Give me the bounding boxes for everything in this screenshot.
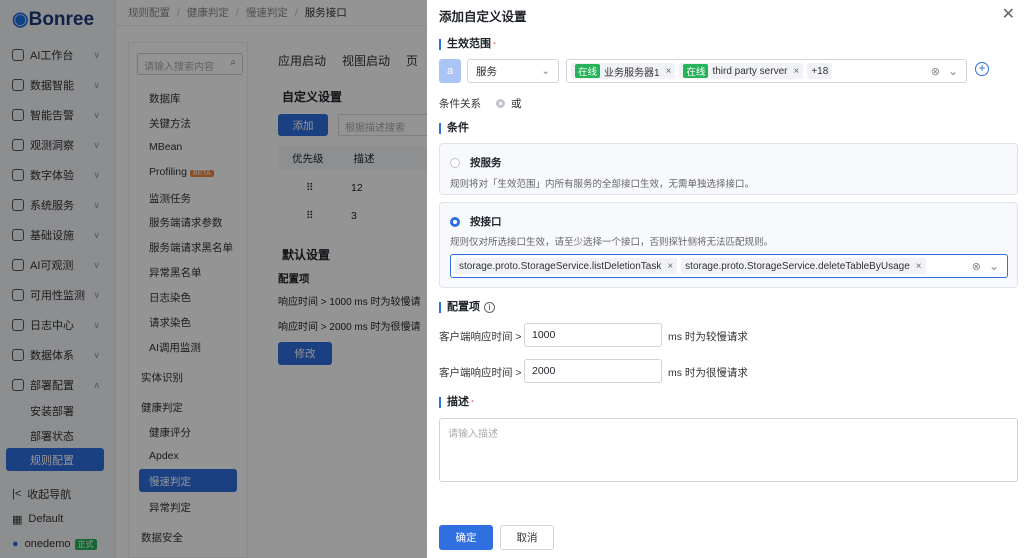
scope-tag: 在线 third party server × <box>679 63 804 79</box>
config-label: 配置项 i <box>439 302 495 313</box>
very-slow-threshold-input[interactable]: 2000 <box>524 359 662 383</box>
more-tags[interactable]: +18 <box>807 63 833 79</box>
add-custom-setting-drawer: 添加自定义设置 ✕ 生效范围 · a 服务 ⌄ 在线 业务服务器1 × 在线 third … <box>427 0 1024 558</box>
radio-icon <box>450 157 460 168</box>
chevron-down-icon: ⌄ <box>541 65 550 77</box>
condition-relation-label: 条件关系 <box>439 98 481 110</box>
cancel-button[interactable]: 取消 <box>500 525 554 550</box>
scope-label: 生效范围 · <box>439 39 497 50</box>
chevron-down-icon: ⌄ <box>988 259 999 273</box>
remove-tag-icon[interactable]: × <box>916 261 922 272</box>
by-service-hint: 规则将对「生效范围」内所有服务的全部接口生效，无需单独选择接口。 <box>450 179 755 190</box>
very-slow-threshold-label: 客户端响应时间 > <box>439 367 522 379</box>
add-scope-icon[interactable]: + <box>975 62 989 76</box>
condition-relation-or[interactable]: 或 <box>496 96 522 111</box>
scope-services-select[interactable]: 在线 业务服务器1 × 在线 third party server × +18 ⊗ ⌄ <box>566 59 967 83</box>
option-by-service[interactable]: 按服务 规则将对「生效范围」内所有服务的全部接口生效，无需单独选择接口。 <box>439 143 1018 195</box>
radio-checked-icon <box>450 216 460 227</box>
very-slow-threshold-suffix: ms 时为很慢请求 <box>668 367 748 379</box>
drawer-title: 添加自定义设置 <box>439 10 527 24</box>
scope-tag: 在线 业务服务器1 × <box>571 63 676 79</box>
online-badge: 在线 <box>683 64 709 78</box>
remove-tag-icon[interactable]: × <box>666 66 672 77</box>
description-textarea[interactable]: 请输入描述 <box>439 418 1018 482</box>
remove-tag-icon[interactable]: × <box>793 66 799 77</box>
clear-icon[interactable]: ⊗ <box>972 260 981 273</box>
slow-threshold-suffix: ms 时为较慢请求 <box>668 331 748 343</box>
close-icon[interactable]: ✕ <box>1002 4 1015 24</box>
chevron-down-icon: ⌄ <box>947 64 958 78</box>
interface-tag: storage.proto.StorageService.deleteTable… <box>681 258 926 274</box>
confirm-button[interactable]: 确定 <box>439 525 493 550</box>
remove-tag-icon[interactable]: × <box>667 261 673 272</box>
scope-type-badge: a <box>439 59 461 83</box>
info-icon[interactable]: i <box>484 302 495 313</box>
option-by-interface[interactable]: 按接口 规则仅对所选接口生效，请至少选择一个接口，否则探针侧将无法匹配规则。 s… <box>439 202 1018 288</box>
condition-label: 条件 <box>439 123 469 134</box>
slow-threshold-label: 客户端响应时间 > <box>439 331 522 343</box>
description-label: 描述 · <box>439 397 475 408</box>
interface-select[interactable]: storage.proto.StorageService.listDeletio… <box>450 254 1008 278</box>
by-interface-hint: 规则仅对所选接口生效，请至少选择一个接口，否则探针侧将无法匹配规则。 <box>450 237 774 248</box>
by-interface-radio[interactable]: 按接口 <box>450 214 502 229</box>
radio-icon <box>496 99 505 108</box>
slow-threshold-input[interactable]: 1000 <box>524 323 662 347</box>
interface-tag: storage.proto.StorageService.listDeletio… <box>455 258 678 274</box>
clear-icon[interactable]: ⊗ <box>931 65 940 78</box>
scope-type-select[interactable]: 服务 ⌄ <box>467 59 559 83</box>
online-badge: 在线 <box>575 64 601 78</box>
by-service-radio[interactable]: 按服务 <box>450 155 502 170</box>
